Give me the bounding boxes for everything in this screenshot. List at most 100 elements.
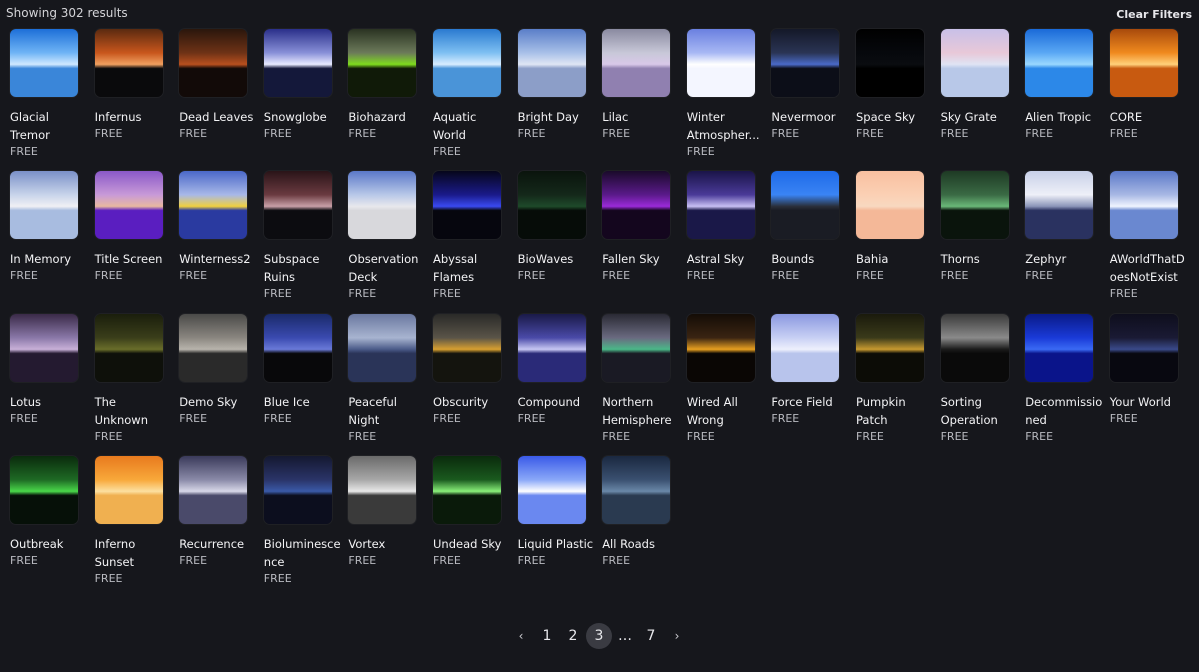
skybox-thumbnail[interactable] (602, 171, 671, 240)
skybox-name[interactable]: Observation Deck (348, 250, 426, 286)
skybox-thumbnail[interactable] (94, 313, 163, 382)
skybox-thumbnail[interactable] (348, 455, 417, 524)
skybox-name[interactable]: In Memory (10, 250, 88, 268)
skybox-name[interactable]: Glacial Tremor (10, 108, 88, 144)
skybox-thumbnail[interactable] (602, 29, 671, 97)
skybox-thumbnail[interactable] (602, 313, 671, 382)
skybox-name[interactable]: Bounds (771, 250, 849, 268)
skybox-card[interactable]: Aquatic World FREE (433, 29, 517, 160)
page-button-1[interactable]: 1 (534, 623, 560, 649)
skybox-name[interactable]: Northern Hemisphere (602, 393, 680, 429)
skybox-name[interactable]: Winter Atmospher... (687, 108, 765, 144)
skybox-name[interactable]: Fallen Sky (602, 250, 680, 268)
skybox-thumbnail[interactable] (940, 171, 1009, 240)
skybox-thumbnail[interactable] (771, 313, 840, 382)
skybox-thumbnail[interactable] (940, 313, 1009, 382)
skybox-card[interactable]: Abyssal Flames FREE (433, 171, 517, 302)
skybox-thumbnail[interactable] (10, 29, 78, 97)
skybox-card[interactable]: Astral Sky FREE (686, 171, 771, 284)
skybox-name[interactable]: Vortex (348, 535, 426, 553)
skybox-card[interactable]: Wired All Wrong FREE (686, 313, 771, 445)
skybox-card[interactable]: Bioluminescence FREE (263, 455, 348, 587)
skybox-name[interactable]: Alien Tropic (1025, 108, 1103, 126)
skybox-thumbnail[interactable] (263, 455, 332, 524)
skybox-card[interactable]: Winter Atmospher... FREE (686, 29, 771, 160)
skybox-card[interactable]: Sky Grate FREE (940, 29, 1025, 142)
skybox-name[interactable]: Force Field (771, 393, 849, 411)
skybox-thumbnail[interactable] (1025, 313, 1094, 382)
skybox-name[interactable]: Zephyr (1025, 250, 1103, 268)
skybox-thumbnail[interactable] (517, 171, 586, 240)
skybox-name[interactable]: All Roads (602, 535, 680, 553)
skybox-thumbnail[interactable] (10, 455, 78, 524)
skybox-thumbnail[interactable] (348, 313, 417, 382)
skybox-name[interactable]: Nevermoor (771, 108, 849, 126)
skybox-thumbnail[interactable] (517, 313, 586, 382)
skybox-name[interactable]: Blue Ice (264, 393, 342, 411)
skybox-thumbnail[interactable] (856, 313, 924, 382)
chevron-right-icon[interactable]: › (664, 623, 690, 649)
skybox-card[interactable]: BioWaves FREE (517, 171, 602, 284)
chevron-left-icon[interactable]: ‹ (508, 623, 534, 649)
skybox-name[interactable]: Astral Sky (687, 250, 765, 268)
page-button-2[interactable]: 2 (560, 623, 586, 649)
skybox-thumbnail[interactable] (686, 29, 755, 97)
skybox-card[interactable]: Liquid Plastic FREE (517, 455, 602, 569)
skybox-name[interactable]: Winterness2 (179, 250, 257, 268)
skybox-card[interactable]: Bahia FREE (856, 171, 940, 284)
skybox-name[interactable]: Obscurity (433, 393, 511, 411)
skybox-card[interactable]: Snowglobe FREE (263, 29, 348, 142)
skybox-thumbnail[interactable] (179, 455, 248, 524)
skybox-card[interactable]: Biohazard FREE (348, 29, 432, 142)
skybox-name[interactable]: Space Sky (856, 108, 934, 126)
skybox-name[interactable]: AWorldThatDoesNotExist (1110, 250, 1188, 286)
skybox-thumbnail[interactable] (179, 171, 248, 240)
skybox-name[interactable]: Bright Day (518, 108, 596, 126)
skybox-card[interactable]: AWorldThatDoesNotExist FREE (1109, 171, 1194, 302)
skybox-card[interactable]: Sorting Operation FREE (940, 313, 1025, 445)
skybox-thumbnail[interactable] (1025, 29, 1094, 97)
skybox-card[interactable]: Undead Sky FREE (433, 455, 517, 569)
skybox-name[interactable]: Title Screen (95, 250, 173, 268)
skybox-card[interactable]: Zephyr FREE (1025, 171, 1109, 284)
skybox-card[interactable]: Inferno Sunset FREE (94, 455, 179, 587)
skybox-name[interactable]: Subspace Ruins (264, 250, 342, 286)
skybox-thumbnail[interactable] (517, 29, 586, 97)
skybox-card[interactable]: Outbreak FREE (10, 455, 94, 569)
skybox-card[interactable]: Peaceful Night FREE (348, 313, 432, 445)
skybox-card[interactable]: Dead Leaves FREE (179, 29, 263, 142)
skybox-thumbnail[interactable] (686, 313, 755, 382)
skybox-card[interactable]: Lotus FREE (10, 313, 94, 427)
skybox-name[interactable]: Bahia (856, 250, 934, 268)
skybox-card[interactable]: Subspace Ruins FREE (263, 171, 348, 302)
skybox-thumbnail[interactable] (686, 171, 755, 240)
skybox-thumbnail[interactable] (263, 29, 332, 97)
skybox-card[interactable]: Obscurity FREE (433, 313, 517, 427)
skybox-card[interactable]: Infernus FREE (94, 29, 179, 142)
skybox-card[interactable]: Decommissioned FREE (1025, 313, 1109, 445)
skybox-card[interactable]: Demo Sky FREE (179, 313, 263, 427)
skybox-thumbnail[interactable] (940, 29, 1009, 97)
skybox-thumbnail[interactable] (1025, 171, 1094, 240)
skybox-name[interactable]: Bioluminescence (264, 535, 342, 571)
skybox-thumbnail[interactable] (856, 29, 924, 97)
skybox-thumbnail[interactable] (94, 29, 163, 97)
skybox-name[interactable]: Lilac (602, 108, 680, 126)
skybox-card[interactable]: Glacial Tremor FREE (10, 29, 94, 160)
clear-filters-button[interactable]: Clear Filters (1116, 8, 1192, 21)
skybox-name[interactable]: CORE (1110, 108, 1188, 126)
skybox-card[interactable]: Bounds FREE (771, 171, 855, 284)
skybox-name[interactable]: Pumpkin Patch (856, 393, 934, 429)
skybox-thumbnail[interactable] (348, 29, 417, 97)
skybox-thumbnail[interactable] (433, 171, 501, 240)
skybox-card[interactable]: In Memory FREE (10, 171, 94, 284)
page-button-7[interactable]: 7 (638, 623, 664, 649)
skybox-name[interactable]: Abyssal Flames (433, 250, 511, 286)
page-button-3[interactable]: 3 (586, 623, 612, 649)
skybox-card[interactable]: Compound FREE (517, 313, 602, 427)
skybox-name[interactable]: Snowglobe (264, 108, 342, 126)
skybox-name[interactable]: Decommissioned (1025, 393, 1103, 429)
skybox-thumbnail[interactable] (433, 29, 501, 97)
skybox-name[interactable]: Recurrence (179, 535, 257, 553)
skybox-card[interactable]: Space Sky FREE (856, 29, 940, 142)
